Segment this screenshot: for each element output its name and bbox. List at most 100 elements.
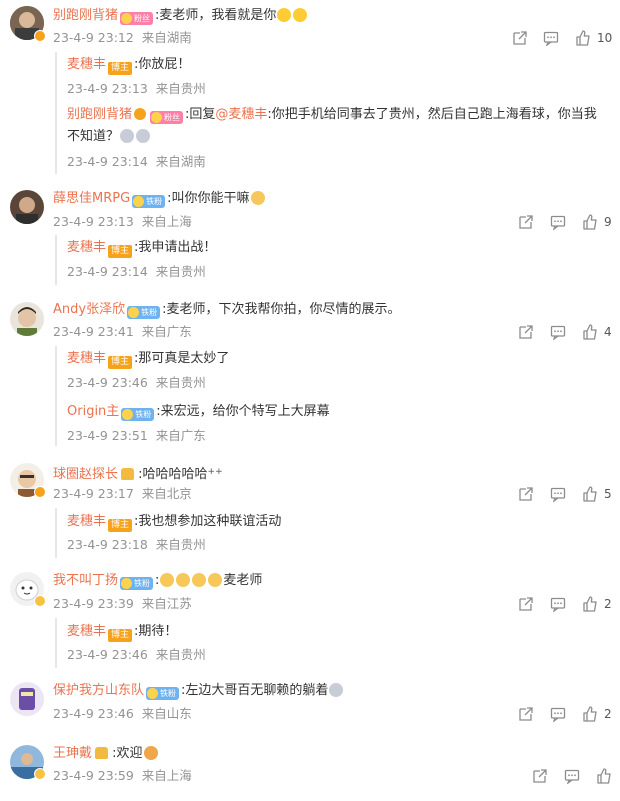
reply-text: :我申请出战！ bbox=[134, 240, 217, 255]
comment-text: :欢迎 bbox=[112, 746, 143, 761]
comment-actions: 2 bbox=[518, 706, 618, 722]
location: 来自上海 bbox=[141, 768, 192, 783]
emoji-icon bbox=[329, 683, 344, 697]
crown-icon bbox=[95, 747, 109, 759]
comment-meta: 23-4-9 23:41 来自广东 bbox=[53, 324, 192, 340]
like-icon[interactable] bbox=[596, 768, 612, 784]
username-link[interactable]: 麦穗丰 bbox=[67, 240, 106, 255]
emoji-icon bbox=[143, 746, 158, 760]
comment-icon[interactable] bbox=[550, 486, 566, 502]
reply-prefix: :回复 bbox=[185, 107, 216, 122]
author-badge: 博主 bbox=[108, 62, 133, 75]
comment-meta: 23-4-9 23:59 来自上海 bbox=[53, 768, 192, 784]
timestamp: 23-4-9 23:12 bbox=[53, 30, 134, 45]
verified-icon bbox=[34, 486, 46, 498]
reply-meta: 23-4-9 23:18 来自贵州 bbox=[67, 537, 206, 553]
location: 来自广东 bbox=[155, 428, 206, 443]
comment-text-suffix: 麦老师 bbox=[223, 573, 263, 588]
share-icon[interactable] bbox=[518, 324, 534, 340]
like-icon[interactable] bbox=[582, 596, 598, 612]
like-icon[interactable] bbox=[582, 486, 598, 502]
username-link[interactable]: 球圈赵探长 bbox=[53, 467, 118, 482]
emoji-icon bbox=[120, 129, 135, 143]
comment-actions: 5 bbox=[518, 486, 618, 502]
comment-actions: 10 bbox=[510, 30, 620, 46]
username-link[interactable]: 麦穗丰 bbox=[67, 624, 106, 639]
reply-item: 麦穗丰 博主:期待！ bbox=[67, 623, 177, 642]
comment-item: 王珅戴 :欢迎 23-4-9 23:59 来自上海 bbox=[0, 743, 620, 801]
reply-meta: 23-4-9 23:51 来自广东 bbox=[67, 428, 206, 444]
reply-item: 别跑刚背猪 粉丝:回复@麦穗丰:你把手机给同事去了贵州，然后自己跑上海看球，你当我 bbox=[67, 106, 597, 124]
reply-meta: 23-4-9 23:13 来自贵州 bbox=[67, 81, 206, 97]
comment-icon[interactable] bbox=[550, 596, 566, 612]
comment-text: :麦老师，下次我帮你拍，你尽情的展示。 bbox=[162, 302, 401, 317]
reply-list: 麦穗丰 博主:期待！ 23-4-9 23:46 来自贵州 bbox=[55, 618, 617, 668]
username-link[interactable]: 王珅戴 bbox=[53, 746, 92, 761]
comment-icon[interactable] bbox=[550, 324, 566, 340]
comment-header: 保护我方山东队 铁粉:左边大哥百无聊赖的躺着 bbox=[53, 682, 344, 700]
like-icon[interactable] bbox=[582, 706, 598, 722]
emoji-icon bbox=[160, 573, 175, 587]
emoji-icon: ++ bbox=[207, 467, 223, 477]
username-link[interactable]: Andy张泽欣 bbox=[53, 302, 125, 317]
comment-text: :左边大哥百无聊赖的躺着 bbox=[181, 683, 329, 698]
like-icon[interactable] bbox=[582, 214, 598, 230]
username-link[interactable]: 薛思佳MRPG bbox=[53, 191, 130, 206]
username-link[interactable]: 别跑刚背猪 bbox=[67, 107, 132, 122]
avatar[interactable] bbox=[10, 190, 44, 224]
username-link[interactable]: 麦穗丰 bbox=[67, 57, 106, 72]
share-icon[interactable] bbox=[518, 214, 534, 230]
share-icon[interactable] bbox=[532, 768, 548, 784]
like-count: 10 bbox=[597, 31, 613, 45]
location: 来自贵州 bbox=[155, 264, 206, 279]
reply-item: 麦穗丰 博主:那可真是太妙了 bbox=[67, 350, 229, 369]
timestamp: 23-4-9 23:41 bbox=[53, 324, 134, 339]
comment-icon[interactable] bbox=[550, 706, 566, 722]
comment-icon[interactable] bbox=[550, 214, 566, 230]
location: 来自北京 bbox=[141, 486, 192, 501]
share-icon[interactable] bbox=[518, 486, 534, 502]
comment-icon[interactable] bbox=[543, 30, 559, 46]
like-icon[interactable] bbox=[575, 30, 591, 46]
username-link[interactable]: 麦穗丰 bbox=[67, 351, 106, 366]
location: 来自广东 bbox=[141, 324, 192, 339]
like-icon[interactable] bbox=[582, 324, 598, 340]
reply-text-cont: 不知道？ bbox=[67, 128, 151, 146]
share-icon[interactable] bbox=[518, 596, 534, 612]
username-link[interactable]: Origin主 bbox=[67, 404, 119, 419]
author-badge: 博主 bbox=[108, 356, 133, 369]
comment-header: Andy张泽欣 铁粉:麦老师，下次我帮你拍，你尽情的展示。 bbox=[53, 301, 400, 319]
comment-meta: 23-4-9 23:39 来自江苏 bbox=[53, 596, 192, 612]
reply-text: :那可真是太妙了 bbox=[134, 351, 230, 366]
avatar[interactable] bbox=[10, 302, 44, 336]
timestamp: 23-4-9 23:13 bbox=[67, 81, 148, 96]
username-link[interactable]: 保护我方山东队 bbox=[53, 683, 144, 698]
avatar-image bbox=[10, 302, 44, 336]
fan-badge: 铁粉 bbox=[146, 687, 180, 700]
like-count: 2 bbox=[604, 597, 612, 611]
reply-meta: 23-4-9 23:46 来自贵州 bbox=[67, 647, 206, 663]
comment-text: : bbox=[155, 573, 160, 588]
reply-item: 麦穗丰 博主:我也想参加这种联谊活动 bbox=[67, 513, 281, 532]
like-count: 4 bbox=[604, 325, 612, 339]
fan-badge: 铁粉 bbox=[132, 195, 166, 208]
mention-link[interactable]: @麦穗丰 bbox=[215, 107, 267, 122]
timestamp: 23-4-9 23:14 bbox=[67, 264, 148, 279]
reply-list: 麦穗丰 博主:那可真是太妙了 23-4-9 23:46 来自贵州 Origin主铁… bbox=[55, 346, 617, 446]
location: 来自湖南 bbox=[155, 154, 206, 169]
username-link[interactable]: 我不叫丁扬 bbox=[53, 573, 118, 588]
reply-meta: 23-4-9 23:14 来自湖南 bbox=[67, 154, 206, 170]
timestamp: 23-4-9 23:14 bbox=[67, 154, 148, 169]
share-icon[interactable] bbox=[518, 706, 534, 722]
comment-meta: 23-4-9 23:13 来自上海 bbox=[53, 214, 192, 230]
share-icon[interactable] bbox=[512, 30, 528, 46]
avatar-image bbox=[10, 190, 44, 224]
location: 来自湖南 bbox=[141, 30, 192, 45]
username-link[interactable]: 别跑刚背猪 bbox=[53, 8, 118, 23]
comment-actions: 9 bbox=[518, 214, 618, 230]
comment-icon[interactable] bbox=[564, 768, 580, 784]
comment-meta: 23-4-9 23:46 来自山东 bbox=[53, 706, 192, 722]
avatar[interactable] bbox=[10, 682, 44, 716]
username-link[interactable]: 麦穗丰 bbox=[67, 514, 106, 529]
timestamp: 23-4-9 23:39 bbox=[53, 596, 134, 611]
